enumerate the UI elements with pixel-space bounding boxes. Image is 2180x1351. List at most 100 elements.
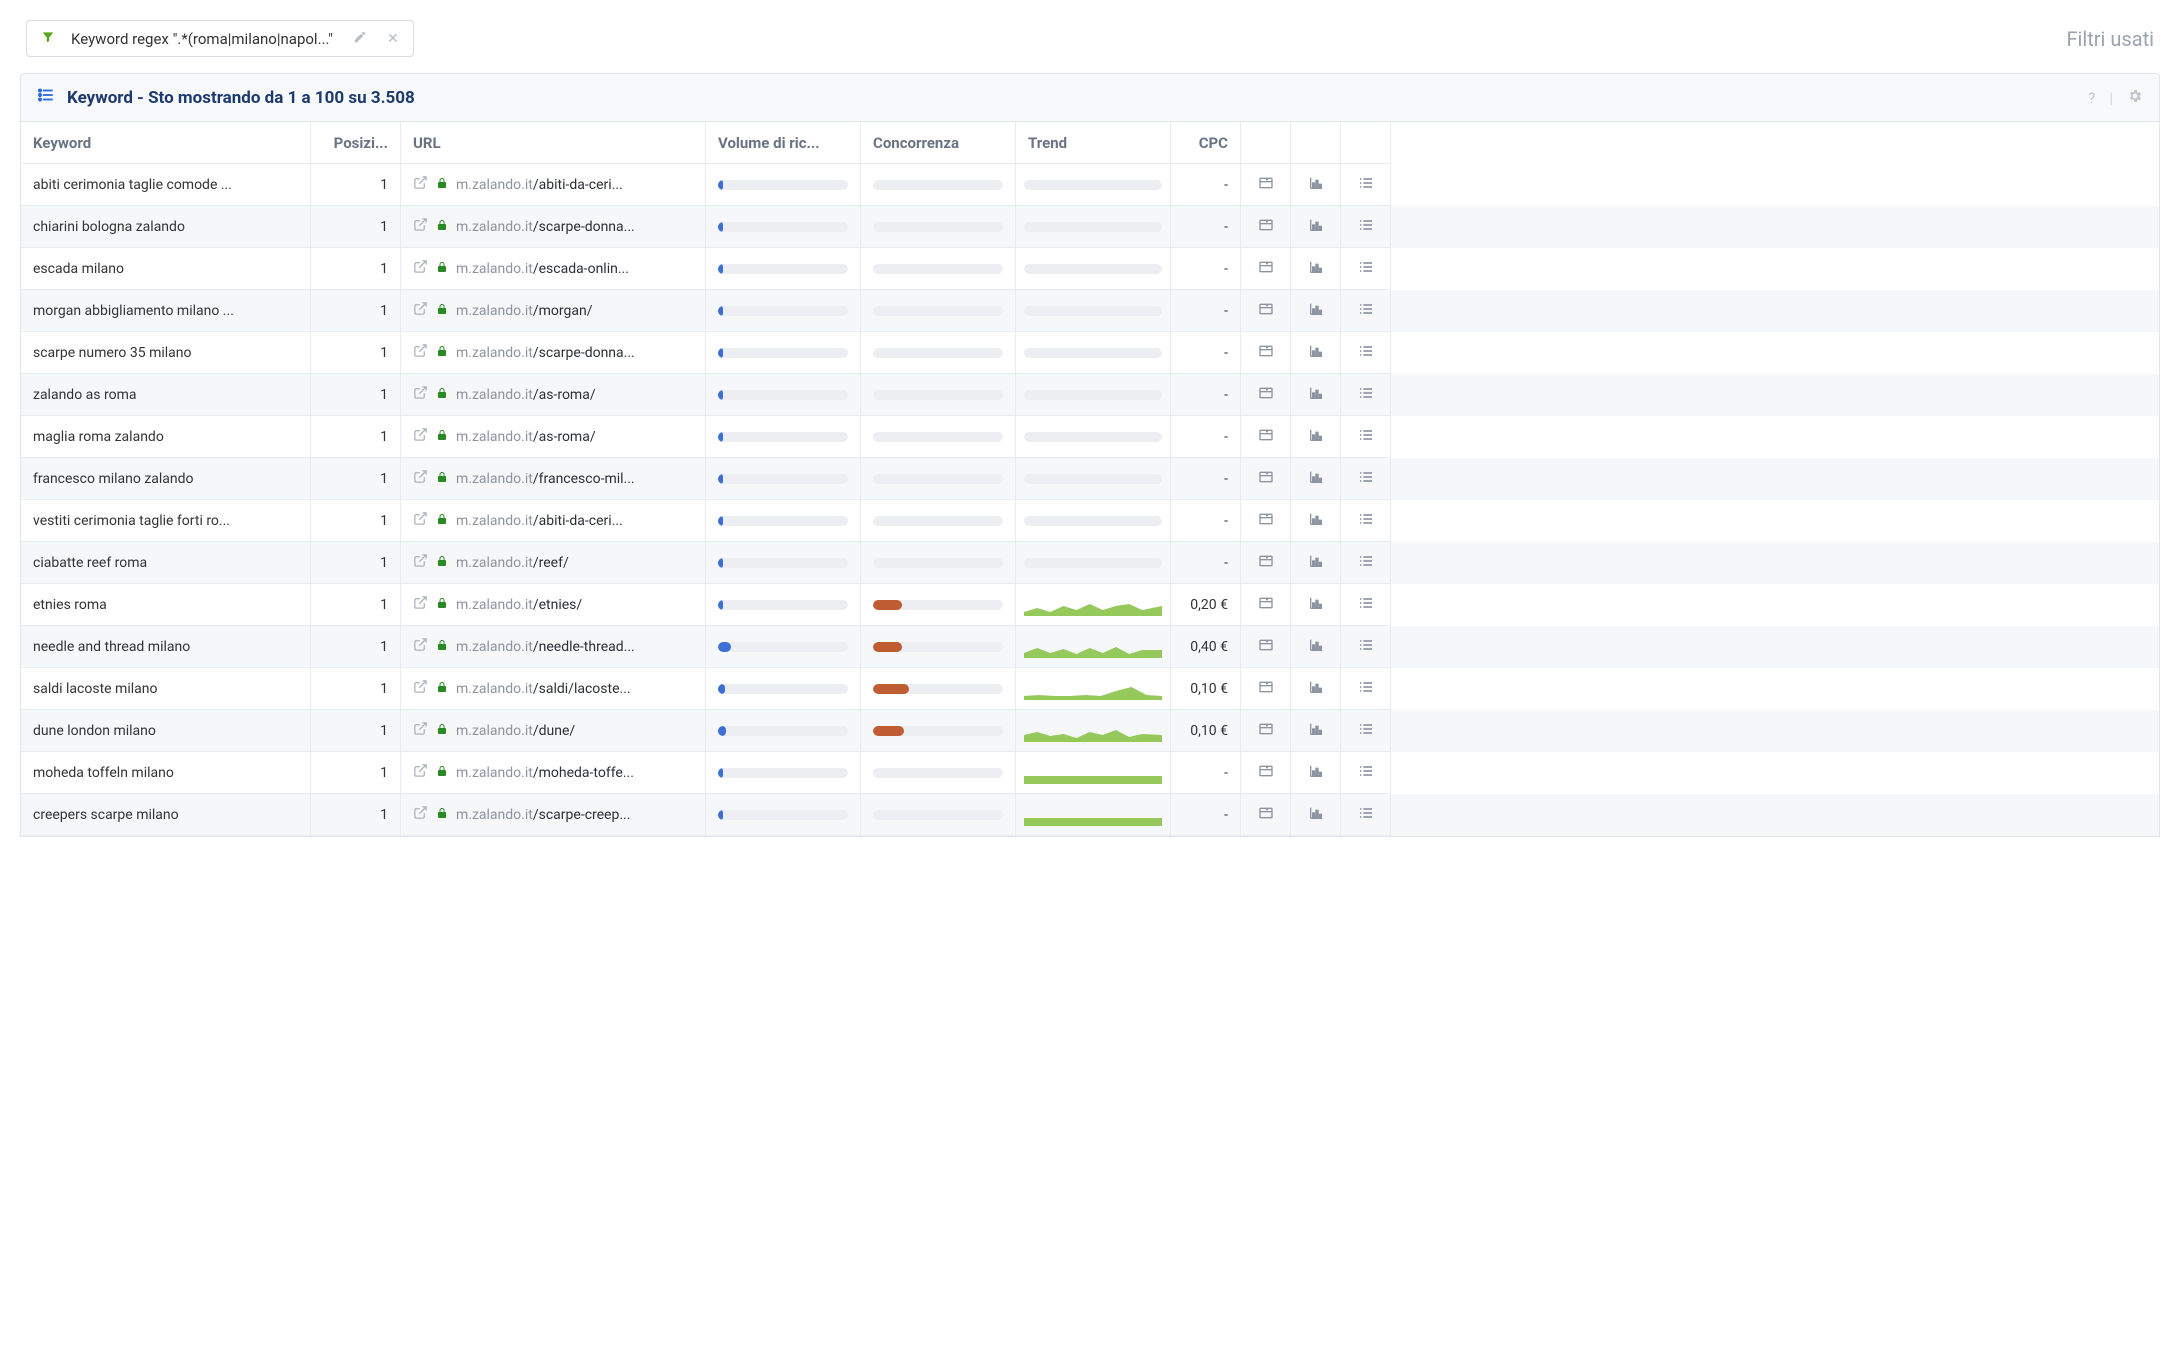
chart-icon[interactable] [1291, 416, 1341, 458]
keyword-cell[interactable]: etnies roma [21, 584, 311, 626]
gear-icon[interactable] [2127, 88, 2143, 108]
menu-list-icon[interactable] [1341, 248, 1391, 290]
chart-icon[interactable] [1291, 668, 1341, 710]
expand-icon[interactable] [1241, 794, 1291, 836]
external-link-icon[interactable] [413, 763, 428, 782]
chart-icon[interactable] [1291, 626, 1341, 668]
menu-list-icon[interactable] [1341, 290, 1391, 332]
chart-icon[interactable] [1291, 164, 1341, 206]
keyword-cell[interactable]: abiti cerimonia taglie comode ... [21, 164, 311, 206]
url-cell[interactable]: m.zalando.it/scarpe-donna... [401, 206, 706, 248]
external-link-icon[interactable] [413, 385, 428, 404]
list-icon[interactable] [37, 86, 55, 109]
expand-icon[interactable] [1241, 626, 1291, 668]
expand-icon[interactable] [1241, 752, 1291, 794]
external-link-icon[interactable] [413, 469, 428, 488]
col-url[interactable]: URL [401, 122, 706, 164]
menu-list-icon[interactable] [1341, 626, 1391, 668]
menu-list-icon[interactable] [1341, 164, 1391, 206]
external-link-icon[interactable] [413, 595, 428, 614]
url-cell[interactable]: m.zalando.it/abiti-da-ceri... [401, 500, 706, 542]
menu-list-icon[interactable] [1341, 332, 1391, 374]
expand-icon[interactable] [1241, 164, 1291, 206]
expand-icon[interactable] [1241, 290, 1291, 332]
keyword-cell[interactable]: needle and thread milano [21, 626, 311, 668]
menu-list-icon[interactable] [1341, 668, 1391, 710]
keyword-cell[interactable]: saldi lacoste milano [21, 668, 311, 710]
expand-icon[interactable] [1241, 332, 1291, 374]
chart-icon[interactable] [1291, 584, 1341, 626]
expand-icon[interactable] [1241, 584, 1291, 626]
chart-icon[interactable] [1291, 542, 1341, 584]
url-cell[interactable]: m.zalando.it/scarpe-donna... [401, 332, 706, 374]
chart-icon[interactable] [1291, 500, 1341, 542]
col-cpc[interactable]: CPC [1171, 122, 1241, 164]
col-trend[interactable]: Trend [1016, 122, 1171, 164]
url-cell[interactable]: m.zalando.it/abiti-da-ceri... [401, 164, 706, 206]
external-link-icon[interactable] [413, 427, 428, 446]
col-volume[interactable]: Volume di ric... [706, 122, 861, 164]
col-competition[interactable]: Concorrenza [861, 122, 1016, 164]
url-cell[interactable]: m.zalando.it/dune/ [401, 710, 706, 752]
chart-icon[interactable] [1291, 290, 1341, 332]
menu-list-icon[interactable] [1341, 584, 1391, 626]
keyword-cell[interactable]: chiarini bologna zalando [21, 206, 311, 248]
edit-icon[interactable] [353, 30, 367, 48]
keyword-cell[interactable]: francesco milano zalando [21, 458, 311, 500]
keyword-cell[interactable]: ciabatte reef roma [21, 542, 311, 584]
expand-icon[interactable] [1241, 710, 1291, 752]
url-cell[interactable]: m.zalando.it/as-roma/ [401, 374, 706, 416]
url-cell[interactable]: m.zalando.it/morgan/ [401, 290, 706, 332]
url-cell[interactable]: m.zalando.it/needle-thread... [401, 626, 706, 668]
expand-icon[interactable] [1241, 374, 1291, 416]
external-link-icon[interactable] [413, 217, 428, 236]
keyword-cell[interactable]: maglia roma zalando [21, 416, 311, 458]
menu-list-icon[interactable] [1341, 752, 1391, 794]
chart-icon[interactable] [1291, 752, 1341, 794]
keyword-cell[interactable]: escada milano [21, 248, 311, 290]
external-link-icon[interactable] [413, 259, 428, 278]
keyword-cell[interactable]: dune london milano [21, 710, 311, 752]
keyword-cell[interactable]: morgan abbigliamento milano ... [21, 290, 311, 332]
external-link-icon[interactable] [413, 301, 428, 320]
expand-icon[interactable] [1241, 500, 1291, 542]
url-cell[interactable]: m.zalando.it/saldi/lacoste... [401, 668, 706, 710]
external-link-icon[interactable] [413, 553, 428, 572]
url-cell[interactable]: m.zalando.it/escada-onlin... [401, 248, 706, 290]
expand-icon[interactable] [1241, 416, 1291, 458]
col-keyword[interactable]: Keyword [21, 122, 311, 164]
external-link-icon[interactable] [413, 805, 428, 824]
filter-chip[interactable]: Keyword regex ".*(roma|milano|napol..." … [26, 20, 414, 57]
chart-icon[interactable] [1291, 710, 1341, 752]
expand-icon[interactable] [1241, 542, 1291, 584]
help-icon[interactable]: ? [2088, 89, 2095, 107]
menu-list-icon[interactable] [1341, 374, 1391, 416]
url-cell[interactable]: m.zalando.it/moheda-toffe... [401, 752, 706, 794]
keyword-cell[interactable]: scarpe numero 35 milano [21, 332, 311, 374]
keyword-cell[interactable]: vestiti cerimonia taglie forti ro... [21, 500, 311, 542]
expand-icon[interactable] [1241, 458, 1291, 500]
col-position[interactable]: Posizi... [311, 122, 401, 164]
external-link-icon[interactable] [413, 679, 428, 698]
menu-list-icon[interactable] [1341, 416, 1391, 458]
url-cell[interactable]: m.zalando.it/reef/ [401, 542, 706, 584]
url-cell[interactable]: m.zalando.it/francesco-mil... [401, 458, 706, 500]
menu-list-icon[interactable] [1341, 710, 1391, 752]
external-link-icon[interactable] [413, 343, 428, 362]
external-link-icon[interactable] [413, 511, 428, 530]
keyword-cell[interactable]: zalando as roma [21, 374, 311, 416]
menu-list-icon[interactable] [1341, 794, 1391, 836]
url-cell[interactable]: m.zalando.it/scarpe-creep... [401, 794, 706, 836]
chart-icon[interactable] [1291, 206, 1341, 248]
chart-icon[interactable] [1291, 332, 1341, 374]
chart-icon[interactable] [1291, 794, 1341, 836]
keyword-cell[interactable]: creepers scarpe milano [21, 794, 311, 836]
chart-icon[interactable] [1291, 248, 1341, 290]
expand-icon[interactable] [1241, 206, 1291, 248]
external-link-icon[interactable] [413, 637, 428, 656]
menu-list-icon[interactable] [1341, 206, 1391, 248]
url-cell[interactable]: m.zalando.it/as-roma/ [401, 416, 706, 458]
expand-icon[interactable] [1241, 668, 1291, 710]
menu-list-icon[interactable] [1341, 500, 1391, 542]
keyword-cell[interactable]: moheda toffeln milano [21, 752, 311, 794]
